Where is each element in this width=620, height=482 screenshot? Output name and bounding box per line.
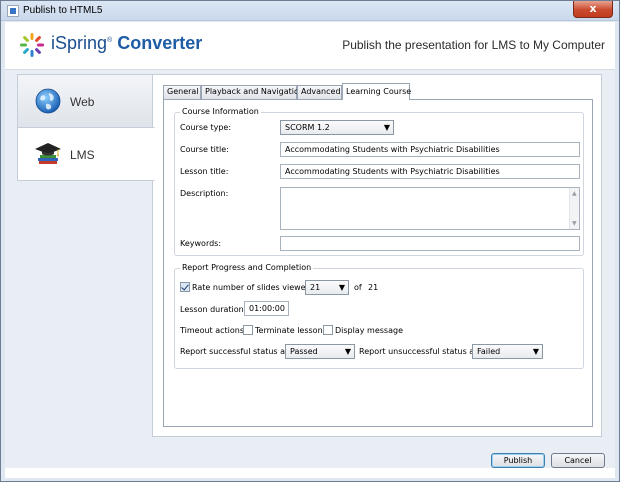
header: iSpring® Converter Publish the presentat… (5, 22, 615, 70)
description-scrollbar[interactable]: ▲ ▼ (569, 188, 579, 229)
unsuccess-status-select[interactable]: Failed ▼ (472, 344, 543, 359)
display-message-label: Display message (335, 326, 403, 335)
description-textarea[interactable]: ▲ ▼ (280, 187, 580, 230)
lesson-duration-field[interactable]: 01:00:00 (244, 301, 289, 316)
graduation-cap-icon (35, 143, 61, 164)
keywords-field[interactable] (280, 236, 580, 251)
logo-suffix: Converter (117, 33, 203, 53)
of-label: of (354, 283, 362, 292)
course-type-label: Course type: (180, 123, 232, 132)
cancel-button[interactable]: Cancel (551, 453, 605, 468)
window-content: iSpring® Converter Publish the presentat… (5, 22, 615, 478)
chevron-down-icon: ▼ (338, 283, 345, 292)
logo-prefix: iSpring (51, 33, 108, 53)
course-title-field[interactable]: Accommodating Students with Psychiatric … (280, 142, 580, 157)
rate-slides-checkbox[interactable] (180, 282, 190, 292)
unsuccess-status-label: Report unsuccessful status as: (359, 347, 482, 356)
success-status-select[interactable]: Passed ▼ (285, 344, 355, 359)
chevron-down-icon: ▼ (344, 347, 351, 356)
rate-slides-value: 21 (310, 283, 321, 292)
tab-playback-navigation[interactable]: Playback and Navigation (201, 85, 304, 99)
scroll-up-icon[interactable]: ▲ (572, 190, 577, 197)
lesson-title-field[interactable]: Accommodating Students with Psychiatric … (280, 164, 580, 179)
nav-item-web[interactable]: Web (17, 74, 153, 128)
course-type-select[interactable]: SCORM 1.2 ▼ (280, 120, 394, 135)
chevron-down-icon: ▼ (383, 123, 390, 132)
nav-item-lms[interactable]: LMS (17, 127, 155, 181)
tab-advanced[interactable]: Advanced (297, 85, 342, 99)
rate-slides-select[interactable]: 21 ▼ (305, 280, 349, 295)
timeout-actions-label: Timeout actions: (180, 326, 247, 335)
success-status-value: Passed (290, 347, 318, 356)
window-title: Publish to HTML5 (23, 5, 103, 16)
publish-window: Publish to HTML5 x iSpring® Converter Pu… (0, 0, 620, 482)
report-progress-title: Report Progress and Completion (180, 263, 314, 272)
rate-slides-label: Rate number of slides viewed: (192, 283, 314, 292)
nav-label-web: Web (70, 95, 95, 109)
title-bar[interactable]: Publish to HTML5 x (1, 1, 619, 21)
publish-target-nav: Web LMS (17, 74, 155, 181)
ispring-logo-icon (20, 33, 44, 57)
lesson-title-label: Lesson title: (180, 167, 229, 176)
course-information-group: Course Information Course type: SCORM 1.… (174, 107, 584, 256)
display-message-checkbox[interactable] (323, 325, 333, 335)
tab-learning-course[interactable]: Learning Course (342, 83, 411, 100)
scroll-down-icon[interactable]: ▼ (572, 220, 577, 227)
nav-label-lms: LMS (70, 148, 95, 162)
course-information-title: Course Information (180, 107, 261, 116)
learning-course-page: Course Information Course type: SCORM 1.… (163, 99, 593, 427)
app-icon (7, 5, 19, 17)
close-button[interactable]: x (573, 1, 613, 18)
lesson-duration-label: Lesson duration: (180, 305, 247, 314)
terminate-lesson-label: Terminate lesson (255, 326, 323, 335)
terminate-lesson-checkbox[interactable] (243, 325, 253, 335)
tab-general[interactable]: General (163, 85, 201, 99)
report-progress-group: Report Progress and Completion Rate numb… (174, 263, 584, 369)
publish-button[interactable]: Publish (491, 453, 545, 468)
keywords-label: Keywords: (180, 239, 222, 248)
chevron-down-icon: ▼ (532, 347, 539, 356)
course-title-label: Course title: (180, 145, 229, 154)
header-subtitle: Publish the presentation for LMS to My C… (342, 38, 605, 52)
globe-icon (35, 88, 61, 114)
success-status-label: Report successful status as: (180, 347, 292, 356)
settings-panel: General Playback and Navigation Advanced… (152, 74, 602, 437)
course-type-value: SCORM 1.2 (285, 123, 330, 132)
description-label: Description: (180, 189, 229, 198)
unsuccess-status-value: Failed (477, 347, 501, 356)
total-slides-value: 21 (368, 283, 379, 292)
body-area: Web LMS General Playback and Navigation … (5, 70, 615, 468)
logo-wordmark: iSpring® Converter (51, 33, 202, 54)
logo-registered-mark: ® (107, 37, 113, 44)
